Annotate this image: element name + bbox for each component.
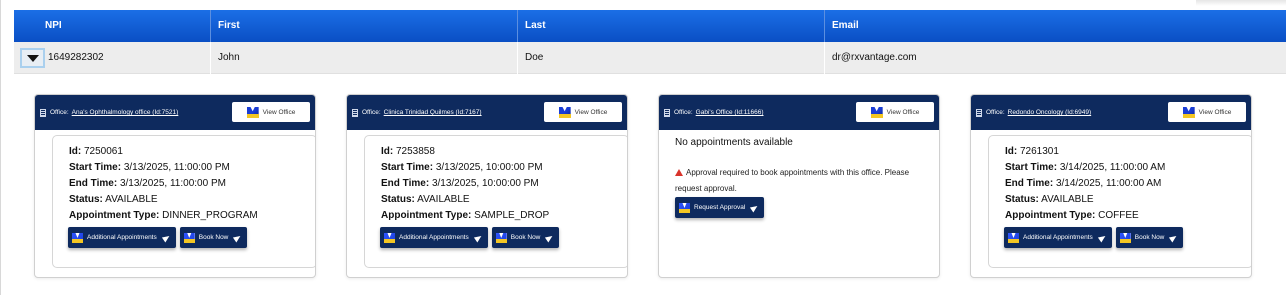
office-card: Office: Gabi's Office (Id:11666) View Of…	[658, 94, 940, 278]
cell-last: Doe	[518, 42, 825, 74]
appt-status: Status: AVAILABLE	[69, 194, 158, 205]
request-approval-wrapper: Request Approval	[675, 197, 765, 218]
send-icon	[233, 233, 243, 242]
cell-email: dr@rxvantage.com	[832, 52, 917, 63]
brand-logo-icon	[495, 232, 507, 243]
table-row[interactable]: 1649282302 John Doe dr@rxvantage.com	[14, 42, 1286, 74]
appt-start: Start Time: 3/13/2025, 11:00:00 PM	[69, 162, 230, 173]
col-last[interactable]: Last	[518, 10, 825, 42]
appt-type: Appointment Type: COFFEE	[1005, 210, 1139, 221]
appt-id: Id: 7250061	[69, 146, 123, 157]
view-office-button[interactable]: View Office	[1168, 102, 1246, 122]
appt-start: Start Time: 3/13/2025, 10:00:00 PM	[381, 162, 543, 173]
appt-status: Status: AVAILABLE	[381, 194, 470, 205]
page: NPI First Last Email 1649282302 John Doe…	[0, 0, 1286, 295]
office-card: Office: Clinica Trinidad Quilmes (Id:716…	[346, 94, 628, 278]
send-icon	[750, 203, 760, 212]
brand-logo-icon	[246, 106, 259, 118]
warning-icon	[675, 169, 683, 176]
send-icon	[473, 233, 483, 242]
send-icon	[545, 233, 555, 242]
office-label: Office:	[674, 109, 693, 116]
appt-end: End Time: 3/13/2025, 11:00:00 PM	[69, 178, 226, 189]
brand-logo-icon	[72, 232, 83, 243]
top-shadow	[1196, 0, 1286, 6]
expand-row-button[interactable]	[20, 48, 45, 68]
appt-actions: Additional Appointments Book Now	[380, 227, 627, 248]
building-icon	[976, 108, 982, 117]
office-name-link[interactable]: Redondo Oncology (Id:6949)	[1008, 109, 1091, 116]
office-header: Office: Redondo Oncology (Id:6949) View …	[971, 95, 1251, 130]
appt-type: Appointment Type: DINNER_PROGRAM	[69, 210, 258, 221]
appointment-card: Id: 7250061 Start Time: 3/13/2025, 11:00…	[52, 135, 315, 268]
brand-logo-icon	[384, 232, 395, 243]
appointment-card: Id: 7253858 Start Time: 3/13/2025, 10:00…	[364, 135, 627, 268]
brand-logo-icon	[870, 106, 883, 118]
brand-logo-icon	[1182, 106, 1195, 118]
no-appointments-text: No appointments available	[675, 137, 793, 148]
brand-logo-icon	[679, 202, 690, 213]
cell-first: John	[211, 42, 518, 74]
triangle-down-icon	[26, 54, 39, 62]
approval-warning: Approval required to book appointments w…	[675, 165, 937, 197]
view-office-button[interactable]: View Office	[544, 102, 622, 122]
office-card: Office: Redondo Oncology (Id:6949) View …	[970, 94, 1252, 278]
book-now-button[interactable]: Book Now	[179, 227, 248, 248]
col-email[interactable]: Email	[825, 10, 1286, 42]
additional-appointments-button[interactable]: Additional Appointments	[68, 227, 176, 248]
book-now-button[interactable]: Book Now	[1115, 227, 1184, 248]
office-cards: Office: Ana's Ophthalmology office (Id:7…	[34, 94, 1252, 278]
office-name-link[interactable]: Ana's Ophthalmology office (Id:7521)	[72, 109, 179, 116]
office-header: Office: Ana's Ophthalmology office (Id:7…	[35, 95, 315, 130]
send-icon	[1097, 233, 1107, 242]
view-office-label: View Office	[262, 108, 296, 116]
office-name-link[interactable]: Gabi's Office (Id:11666)	[696, 109, 764, 116]
additional-appointments-button[interactable]: Additional Appointments	[380, 227, 488, 248]
building-icon	[352, 108, 358, 117]
appt-id: Id: 7261301	[1005, 146, 1059, 157]
request-approval-button[interactable]: Request Approval	[675, 197, 765, 218]
col-first[interactable]: First	[211, 10, 518, 42]
building-icon	[40, 108, 46, 117]
grid-header: NPI First Last Email	[14, 10, 1286, 42]
appt-end: End Time: 3/14/2025, 11:00:00 AM	[1005, 178, 1162, 189]
office-name-link[interactable]: Clinica Trinidad Quilmes (Id:7167)	[384, 109, 482, 116]
view-office-button[interactable]: View Office	[856, 102, 934, 122]
appt-start: Start Time: 3/14/2025, 11:00:00 AM	[1005, 162, 1166, 173]
cell-npi: 1649282302	[14, 42, 211, 74]
office-header: Office: Clinica Trinidad Quilmes (Id:716…	[347, 95, 627, 130]
col-npi[interactable]: NPI	[14, 10, 211, 42]
building-icon	[664, 108, 670, 117]
appt-actions: Additional Appointments Book Now	[1004, 227, 1251, 248]
view-office-label: View Office	[574, 108, 608, 116]
office-header: Office: Gabi's Office (Id:11666) View Of…	[659, 95, 939, 130]
brand-logo-icon	[1008, 232, 1019, 243]
office-label: Office:	[50, 109, 69, 116]
appt-status: Status: AVAILABLE	[1005, 194, 1094, 205]
office-label: Office:	[362, 109, 381, 116]
brand-logo-icon	[1119, 232, 1131, 243]
brand-logo-icon	[183, 232, 195, 243]
office-label: Office:	[986, 109, 1005, 116]
view-office-button[interactable]: View Office	[232, 102, 310, 122]
view-office-label: View Office	[886, 108, 920, 116]
appt-id: Id: 7253858	[381, 146, 435, 157]
view-office-label: View Office	[1198, 108, 1232, 116]
npi-value: 1649282302	[48, 52, 104, 63]
brand-logo-icon	[558, 106, 571, 118]
appt-type: Appointment Type: SAMPLE_DROP	[381, 210, 550, 221]
send-icon	[161, 233, 171, 242]
appointment-card: Id: 7261301 Start Time: 3/14/2025, 11:00…	[988, 135, 1251, 268]
office-card: Office: Ana's Ophthalmology office (Id:7…	[34, 94, 316, 278]
book-now-button[interactable]: Book Now	[491, 227, 560, 248]
appt-end: End Time: 3/13/2025, 10:00:00 PM	[381, 178, 539, 189]
send-icon	[1169, 233, 1179, 242]
approval-message: Approval required to book appointments w…	[675, 168, 910, 193]
appt-actions: Additional Appointments Book Now	[68, 227, 315, 248]
additional-appointments-button[interactable]: Additional Appointments	[1004, 227, 1112, 248]
